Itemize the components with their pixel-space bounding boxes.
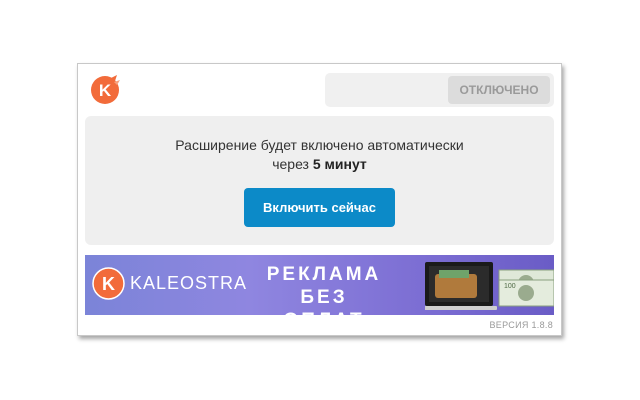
notice-line-2: через 5 минут [85,155,554,174]
svg-text:K: K [102,274,115,294]
notice-text: Расширение будет включено автоматически … [85,136,554,174]
notice-countdown: 5 минут [312,156,367,172]
banner-ad-line-2: БЕЗ ОПЛАТ [283,287,361,315]
banner-ad-line-1: РЕКЛАМА [266,264,382,285]
svg-text:100: 100 [504,283,516,290]
enable-now-button[interactable]: Включить сейчас [244,188,395,227]
enable-toggle[interactable]: ОТКЛЮЧЕНО [325,73,554,107]
version-label: ВЕРСИЯ 1.8.8 [489,320,553,330]
laptop-money-illustration: 100 [425,262,554,310]
kaleostra-logo-icon: K [91,75,120,104]
banner-ad-text: РЕКЛАМА БЕЗ ОПЛАТ [259,263,389,315]
auto-enable-notice: Расширение будет включено автоматически … [85,116,554,245]
extension-popup: K ОТКЛЮЧЕНО Расширение будет включено ав… [77,63,562,336]
banner-brand-name: KALEOSTRA [130,273,248,293]
ad-banner[interactable]: K KALEOSTRA РЕКЛАМА БЕЗ ОПЛАТ 100 [85,255,554,315]
toggle-status-label[interactable]: ОТКЛЮЧЕНО [448,76,550,104]
svg-text:K: K [99,81,112,100]
banner-logo-icon: K [92,267,125,300]
notice-line-1: Расширение будет включено автоматически [175,137,464,153]
notice-line-2-prefix: через [272,156,313,172]
